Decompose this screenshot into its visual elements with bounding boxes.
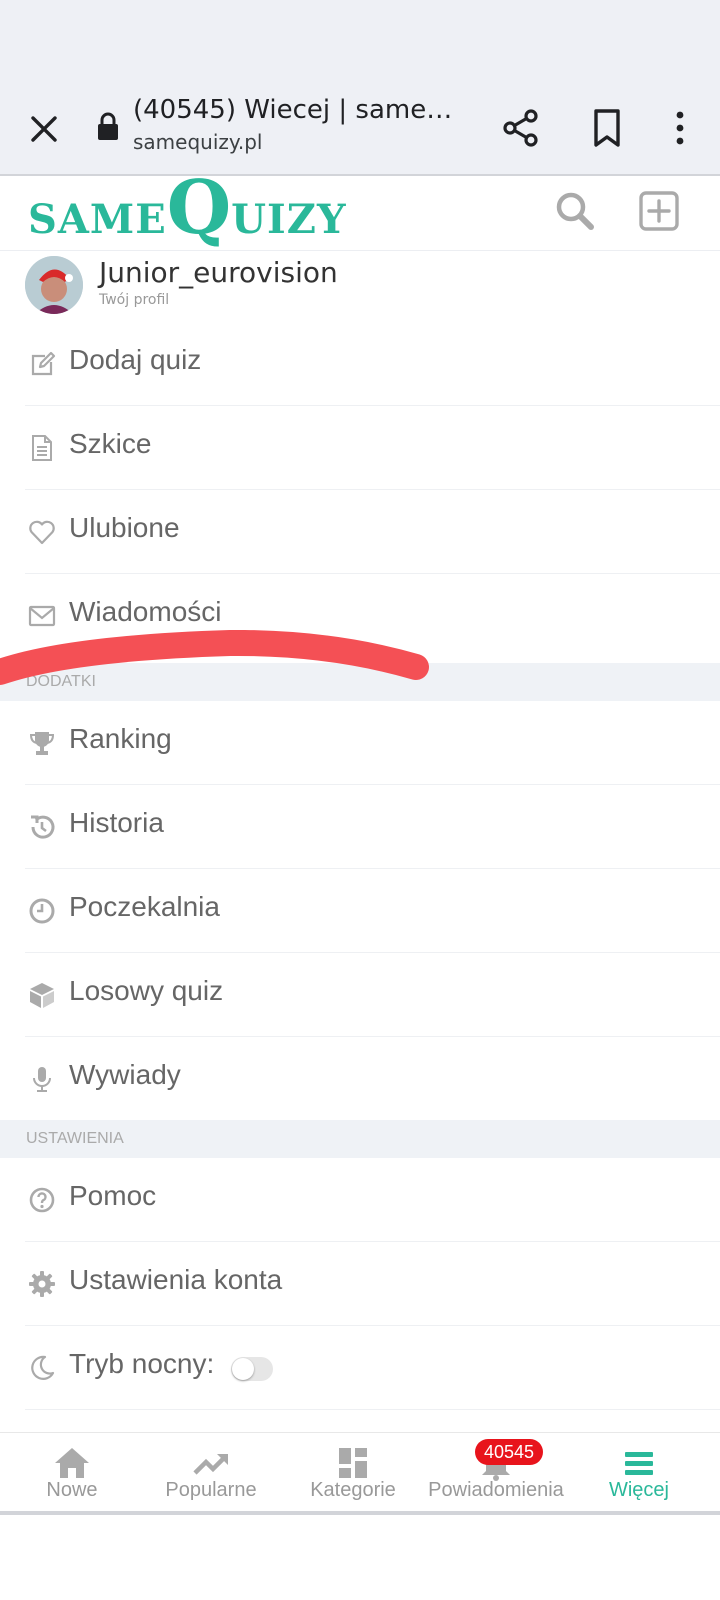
menu-item-label: Pomoc: [69, 1180, 157, 1211]
profile-row[interactable]: Junior_eurovision Twój profil: [0, 250, 720, 328]
close-icon: [31, 116, 57, 142]
page-url: samequizy.pl: [133, 130, 263, 154]
menu-item-label: Wywiady: [69, 1059, 181, 1090]
nav-item-notifications[interactable]: 40545 Powiadomienia: [424, 1433, 568, 1511]
bottom-navigation: Nowe Popularne Kategorie 40545 Powiadomi…: [0, 1432, 720, 1515]
nav-label: Powiadomienia: [428, 1479, 564, 1501]
menu-item-drafts[interactable]: Szkice: [25, 406, 720, 490]
toggle-knob: [232, 1358, 254, 1380]
help-icon: [29, 1187, 55, 1213]
menu-item-history[interactable]: Historia: [25, 785, 720, 869]
menu-item-label: Szkice: [69, 428, 152, 459]
menu-item-account-settings[interactable]: Ustawienia konta: [25, 1242, 720, 1326]
menu-item-ranking[interactable]: Ranking: [25, 701, 720, 785]
microphone-icon: [33, 1067, 51, 1092]
nav-label: Popularne: [165, 1479, 257, 1501]
menu-item-waiting-room[interactable]: Poczekalnia: [25, 869, 720, 953]
nav-item-new[interactable]: Nowe: [0, 1433, 144, 1511]
section-header-label: USTAWIENIA: [26, 1130, 124, 1147]
menu-item-night-mode[interactable]: Tryb nocny:: [25, 1326, 720, 1410]
share-button[interactable]: [498, 105, 544, 151]
browser-toolbar: (40545) Wiecej | sameQuizy samequizy.pl: [0, 87, 720, 176]
menu-item-label: Historia: [69, 807, 164, 838]
trending-icon: [193, 1454, 228, 1475]
home-icon: [55, 1448, 89, 1478]
site-header: SAMEQUIZY: [0, 171, 720, 251]
more-vert-icon: [676, 111, 684, 145]
menu-item-add-quiz[interactable]: Dodaj quiz: [25, 322, 720, 406]
menu-item-label: Ustawienia konta: [69, 1264, 283, 1295]
trophy-icon: [29, 732, 55, 755]
nav-label: Nowe: [46, 1479, 98, 1501]
menu-item-label: Losowy quiz: [69, 975, 224, 1006]
site-logo[interactable]: SAMEQUIZY: [28, 171, 347, 248]
lock-icon: [98, 112, 118, 140]
section-header-label: DODATKI: [26, 673, 96, 690]
history-icon: [31, 815, 55, 839]
menu-item-favorites[interactable]: Ulubione: [25, 490, 720, 574]
menu-item-label: Poczekalnia: [69, 891, 220, 922]
profile-username[interactable]: Junior_eurovision: [99, 256, 338, 289]
more-options-button[interactable]: [657, 105, 703, 151]
gear-icon: [29, 1271, 55, 1297]
nav-item-more[interactable]: Więcej: [567, 1433, 711, 1511]
edit-icon: [31, 351, 56, 376]
menu-item-label: Dodaj quiz: [69, 344, 202, 375]
close-tab-button[interactable]: [22, 107, 66, 151]
menu-item-label: Tryb nocny:: [69, 1348, 215, 1379]
bookmark-icon: [594, 109, 620, 147]
menu-item-label: Ulubione: [69, 512, 180, 543]
night-mode-toggle[interactable]: [231, 1357, 273, 1381]
menu-item-interviews[interactable]: Wywiady: [25, 1037, 720, 1121]
menu-item-help[interactable]: Pomoc: [25, 1158, 720, 1242]
menu-item-messages[interactable]: Wiadomości: [25, 574, 720, 658]
dashboard-icon: [339, 1448, 367, 1478]
bookmark-button[interactable]: [584, 105, 630, 151]
add-quiz-header-button[interactable]: [636, 188, 682, 234]
section-header-extras: DODATKI: [0, 663, 720, 701]
nav-item-popular[interactable]: Popularne: [139, 1433, 283, 1511]
plus-square-icon: [639, 191, 679, 231]
nav-label: Więcej: [608, 1479, 669, 1501]
page-title: (40545) Wiecej | sameQuizy: [133, 95, 463, 125]
moon-icon: [31, 1355, 55, 1380]
nav-item-categories[interactable]: Kategorie: [281, 1433, 425, 1511]
heart-icon: [29, 520, 55, 545]
search-button[interactable]: [552, 188, 598, 234]
cube-icon: [30, 983, 54, 1008]
status-bar: [0, 0, 720, 87]
section-header-settings: USTAWIENIA: [0, 1120, 720, 1158]
search-icon: [556, 192, 594, 230]
menu-item-label: Wiadomości: [69, 596, 222, 627]
notification-badge: 40545: [475, 1439, 544, 1465]
document-icon: [32, 435, 52, 461]
share-icon: [503, 109, 538, 147]
menu-item-label: Ranking: [69, 723, 172, 754]
clock-icon: [29, 898, 55, 924]
menu-item-random-quiz[interactable]: Losowy quiz: [25, 953, 720, 1037]
nav-label: Kategorie: [310, 1479, 396, 1501]
menu-icon: [625, 1452, 653, 1475]
envelope-icon: [28, 605, 56, 627]
avatar: [25, 256, 83, 314]
profile-subtitle: Twój profil: [99, 292, 170, 308]
